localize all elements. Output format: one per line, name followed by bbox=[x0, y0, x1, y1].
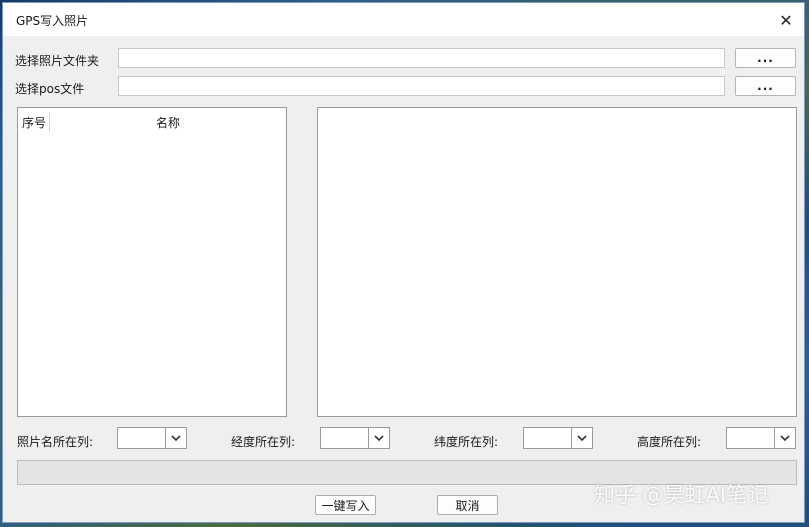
latitude-column-select[interactable] bbox=[523, 427, 593, 449]
chevron-down-icon[interactable] bbox=[165, 428, 186, 448]
photo-folder-input[interactable] bbox=[118, 48, 725, 68]
latitude-column-label: 纬度所在列: bbox=[434, 435, 499, 449]
chevron-down-icon[interactable] bbox=[774, 428, 795, 448]
list-header: 序号 名称 bbox=[18, 108, 286, 132]
photo-list[interactable]: 序号 名称 bbox=[17, 107, 287, 417]
photo-folder-label: 选择照片文件夹 bbox=[15, 54, 100, 68]
write-button[interactable]: 一键写入 bbox=[315, 495, 376, 515]
column-header-index[interactable]: 序号 bbox=[22, 114, 48, 131]
column-divider[interactable] bbox=[49, 112, 50, 132]
pos-file-label: 选择pos文件 bbox=[15, 82, 85, 96]
photo-name-column-select[interactable] bbox=[117, 427, 187, 449]
chevron-down-icon[interactable] bbox=[368, 428, 389, 448]
preview-area[interactable] bbox=[317, 107, 797, 417]
window-title: GPS写入照片 bbox=[16, 14, 89, 28]
cancel-button[interactable]: 取消 bbox=[437, 495, 498, 515]
title-bar: GPS写入照片 ✕ bbox=[3, 3, 804, 36]
browse-photo-folder-button[interactable]: ... bbox=[735, 48, 796, 68]
photo-name-column-label: 照片名所在列: bbox=[17, 435, 94, 449]
altitude-column-select[interactable] bbox=[726, 427, 796, 449]
close-icon: ✕ bbox=[779, 10, 793, 30]
altitude-column-label: 高度所在列: bbox=[637, 435, 702, 449]
longitude-column-label: 经度所在列: bbox=[231, 435, 296, 449]
longitude-column-select[interactable] bbox=[320, 427, 390, 449]
chevron-down-icon[interactable] bbox=[571, 428, 592, 448]
browse-pos-file-button[interactable]: ... bbox=[735, 76, 796, 96]
column-header-name[interactable]: 名称 bbox=[156, 114, 180, 131]
pos-file-input[interactable] bbox=[118, 76, 725, 96]
close-button[interactable]: ✕ bbox=[774, 8, 798, 32]
gps-write-photo-dialog: GPS写入照片 ✕ 选择照片文件夹 ... 选择pos文件 ... 序号 名称 … bbox=[2, 2, 805, 523]
watermark-text: 知乎 @昊虹AI笔记 bbox=[594, 483, 769, 507]
